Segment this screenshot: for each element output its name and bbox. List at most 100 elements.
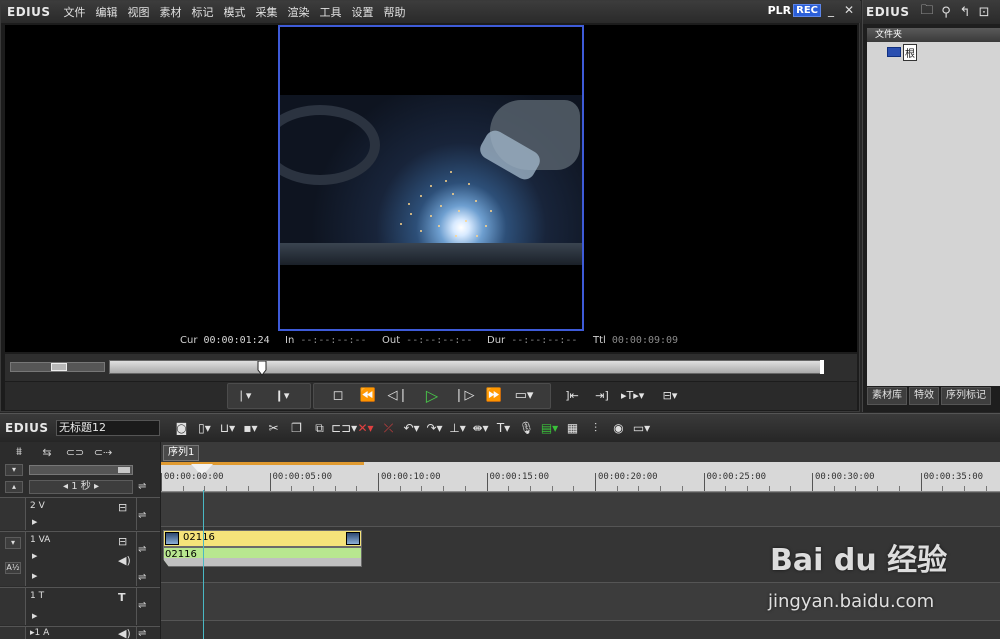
ripple-mode-icon[interactable]: ⇆ bbox=[36, 446, 58, 459]
scale-sync-icon[interactable]: ⇌ bbox=[138, 481, 146, 492]
zoom-slider-knob[interactable] bbox=[118, 467, 130, 473]
track-1va-audio-sync-icon[interactable]: ⇌ bbox=[138, 572, 146, 583]
track-1t-sync-icon[interactable]: ⇌ bbox=[138, 600, 146, 611]
open-project-icon[interactable]: ⊔▾ bbox=[216, 421, 239, 435]
mixer-icon[interactable]: ⫶ bbox=[584, 421, 607, 436]
step-back-icon[interactable]: ◁❘ bbox=[387, 386, 409, 406]
trim-icon[interactable]: ⇼▾ bbox=[469, 421, 492, 435]
track-1t-header[interactable]: 1 T ▶ T ⇌ bbox=[0, 587, 160, 625]
track-1t-expand-icon[interactable]: ▶ bbox=[32, 612, 37, 620]
menu-file[interactable]: 文件 bbox=[59, 4, 91, 20]
set-in-icon[interactable]: ❘▾ bbox=[233, 386, 255, 406]
new-sequence-icon[interactable]: ▯▾ bbox=[193, 421, 216, 435]
track-1t-title-icon[interactable]: T bbox=[118, 591, 126, 604]
track-1va-speaker-icon[interactable]: ◀) bbox=[118, 554, 131, 567]
tab-sequence-markers[interactable]: 序列标记 bbox=[941, 387, 991, 405]
folder-icon[interactable]: 🗀 bbox=[918, 1, 937, 23]
zoom-toggle-icon[interactable]: ▾ bbox=[5, 464, 23, 476]
track-1va-sync-icon[interactable]: ⇌ bbox=[138, 544, 146, 555]
timescale-select[interactable]: ◂ 1 秒 ▸ bbox=[29, 480, 133, 494]
time-ruler[interactable]: 00:00:00:00 00:00:05:00 00:00:10:00 00:00:1… bbox=[161, 462, 1000, 492]
menu-view[interactable]: 视图 bbox=[123, 4, 155, 20]
overwrite-to-timeline-icon[interactable]: ⇥] bbox=[591, 386, 613, 406]
link-mode-icon[interactable]: ⊂⊃ bbox=[64, 446, 86, 459]
zoom-slider[interactable] bbox=[29, 465, 133, 475]
menu-tools[interactable]: 工具 bbox=[315, 4, 347, 20]
track-2v-header[interactable]: 2 V ▶ ⊟ ⇌ bbox=[0, 497, 160, 530]
track-2v-video-icon[interactable]: ⊟ bbox=[118, 501, 127, 514]
tab-bin[interactable]: 素材库 bbox=[867, 387, 907, 405]
redo-icon[interactable]: ↷▾ bbox=[423, 421, 446, 435]
delete-icon[interactable]: ✕▾ bbox=[354, 421, 377, 435]
export-icon[interactable]: ▤▾ bbox=[538, 421, 561, 435]
track-1va-video-icon[interactable]: ⊟ bbox=[118, 535, 127, 548]
menu-mode[interactable]: 模式 bbox=[219, 4, 251, 20]
ripple-delete-icon[interactable]: ⤫ bbox=[377, 421, 400, 436]
track-1va-v-patch-icon[interactable]: ▾ bbox=[5, 537, 21, 549]
output-options-icon[interactable]: ⊟▾ bbox=[659, 386, 681, 406]
cut-icon[interactable]: ✂ bbox=[262, 421, 285, 435]
preview-monitor[interactable] bbox=[5, 25, 857, 352]
rewind-icon[interactable]: ⏪ bbox=[357, 386, 379, 406]
add-cut-icon[interactable]: ⊥▾ bbox=[446, 421, 469, 435]
tab-effects[interactable]: 特效 bbox=[909, 387, 939, 405]
track-1va-a-patch-icon[interactable]: A½ bbox=[5, 562, 21, 574]
close-button[interactable]: ✕ bbox=[841, 3, 857, 17]
up-folder-icon[interactable]: ↰ bbox=[956, 5, 975, 20]
color-correction-icon[interactable]: ◉ bbox=[607, 421, 630, 435]
track-1a-speaker-icon[interactable]: ◀) bbox=[118, 627, 131, 639]
track-1va-header[interactable]: ▾ A½ 1 VA ▶ ▶ ⊟ ◀) ⇌ ⇌ bbox=[0, 531, 160, 586]
track-1a-header[interactable]: ▸1 A ◀) ⇌ bbox=[0, 626, 160, 639]
track-2v-sync-icon[interactable]: ⇌ bbox=[138, 510, 146, 521]
snapshot-icon[interactable]: ◙ bbox=[170, 421, 193, 435]
sync-mode-icon[interactable]: ⊂⇢ bbox=[92, 446, 114, 459]
video-clip[interactable]: 02116 bbox=[163, 530, 362, 547]
search-icon[interactable]: ⚲ bbox=[937, 5, 956, 20]
scale-toggle-icon[interactable]: ▴ bbox=[5, 481, 23, 493]
step-forward-icon[interactable]: ❘▷ bbox=[453, 386, 475, 406]
audio-clip[interactable]: 02116 bbox=[163, 547, 362, 567]
recorder-mode-button[interactable]: REC bbox=[793, 3, 821, 17]
position-slider-head[interactable] bbox=[257, 361, 267, 377]
insert-mode-icon[interactable]: ⩩ bbox=[8, 445, 30, 459]
add-clip-icon[interactable]: ⊡ bbox=[975, 5, 994, 20]
loop-play-icon[interactable]: ▭▾ bbox=[513, 386, 535, 406]
player-mode-button[interactable]: PLR bbox=[768, 4, 792, 17]
paste-icon[interactable]: ⧉ bbox=[308, 421, 331, 436]
menu-help[interactable]: 帮助 bbox=[379, 4, 411, 20]
menu-edit[interactable]: 编辑 bbox=[91, 4, 123, 20]
sequence-tab[interactable]: 序列1 bbox=[163, 445, 200, 461]
jog-slider[interactable] bbox=[10, 362, 105, 372]
menu-capture[interactable]: 采集 bbox=[251, 4, 283, 20]
position-slider[interactable] bbox=[109, 360, 824, 377]
fast-forward-icon[interactable]: ⏩ bbox=[483, 386, 505, 406]
match-frame-icon[interactable]: ▸T▸▾ bbox=[621, 386, 644, 406]
minimize-button[interactable]: _ bbox=[823, 3, 839, 17]
save-icon[interactable]: ▪▾ bbox=[239, 421, 262, 435]
menu-settings[interactable]: 设置 bbox=[347, 4, 379, 20]
multicam-icon[interactable]: ▦ bbox=[561, 421, 584, 435]
folder-root[interactable]: 根 bbox=[887, 43, 917, 61]
replace-icon[interactable]: ⊏⊐▾ bbox=[331, 421, 357, 435]
root-folder-label[interactable]: 根 bbox=[903, 43, 917, 61]
layout-icon[interactable]: ▭▾ bbox=[630, 421, 653, 435]
copy-icon[interactable]: ❐ bbox=[285, 421, 308, 435]
set-out-icon[interactable]: ❙▾ bbox=[271, 386, 293, 406]
voiceover-icon[interactable]: 🎙 bbox=[515, 421, 538, 435]
track-1va-audio-expand-icon[interactable]: ▶ bbox=[32, 572, 37, 580]
menu-render[interactable]: 渲染 bbox=[283, 4, 315, 20]
video-spark bbox=[468, 183, 470, 185]
stop-icon[interactable]: ◻ bbox=[327, 386, 349, 406]
title-icon[interactable]: T▾ bbox=[492, 421, 515, 435]
menu-clip[interactable]: 素材 bbox=[155, 4, 187, 20]
track-1va-expand-icon[interactable]: ▶ bbox=[32, 552, 37, 560]
track-2v-expand-icon[interactable]: ▶ bbox=[32, 518, 37, 526]
insert-to-timeline-icon[interactable]: ]⇤ bbox=[561, 386, 583, 406]
play-icon[interactable]: ▷ bbox=[421, 386, 443, 406]
track-1a-sync-icon[interactable]: ⇌ bbox=[138, 628, 146, 639]
menu-marker[interactable]: 标记 bbox=[187, 4, 219, 20]
jog-knob[interactable] bbox=[51, 363, 67, 371]
undo-icon[interactable]: ↶▾ bbox=[400, 421, 423, 435]
track-1t-name: 1 T bbox=[30, 591, 45, 601]
lane-2v[interactable] bbox=[161, 492, 1000, 526]
